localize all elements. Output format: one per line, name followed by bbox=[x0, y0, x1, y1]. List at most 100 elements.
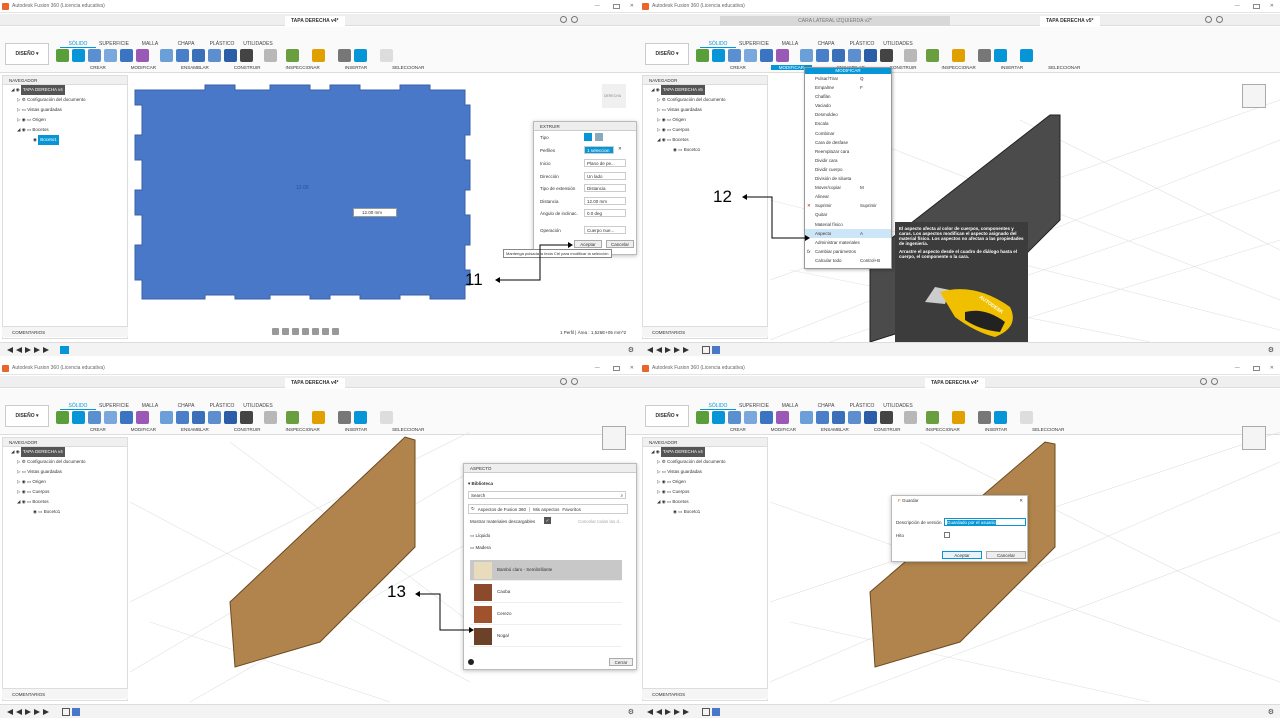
tab-surface[interactable]: SUPERFICIE bbox=[736, 403, 772, 410]
close-icon[interactable]: ✕ bbox=[630, 3, 634, 9]
group-create[interactable]: CREAR bbox=[730, 65, 746, 70]
menu-item-physical-material[interactable]: Material físico bbox=[805, 220, 891, 229]
select-icon[interactable] bbox=[1020, 49, 1033, 62]
settings-icon[interactable]: ⚙ bbox=[1268, 346, 1274, 354]
group-construct[interactable]: CONSTRUIR bbox=[234, 65, 261, 70]
viewcube[interactable]: DERECHA bbox=[602, 84, 626, 108]
extrude-icon[interactable] bbox=[88, 411, 101, 424]
press-pull-icon[interactable] bbox=[160, 49, 173, 62]
play-icon[interactable] bbox=[25, 347, 31, 353]
menu-item-silhouette-split[interactable]: División de silueta bbox=[805, 174, 891, 183]
fillet-icon[interactable] bbox=[176, 49, 189, 62]
form-icon[interactable] bbox=[776, 49, 789, 62]
operation-select[interactable]: Cuerpo nue... bbox=[584, 226, 626, 234]
tree-item[interactable]: ▷ ⚙ Configuración del documento bbox=[11, 457, 127, 467]
version-description-input[interactable]: Guardado por el usuario bbox=[944, 518, 1026, 526]
create-sketch-icon[interactable] bbox=[712, 49, 725, 62]
play-icon[interactable] bbox=[665, 347, 671, 353]
taper-angle-input[interactable]: 0.0 deg bbox=[584, 209, 626, 217]
measure-icon[interactable] bbox=[312, 49, 325, 62]
tab-solid[interactable]: SÓLIDO bbox=[60, 403, 96, 410]
tree-root[interactable]: ◢ ◉ TAPA DERECHA v4 bbox=[11, 447, 127, 457]
comments-panel[interactable]: COMENTARIOS bbox=[2, 326, 128, 337]
group-select[interactable]: SELECCIONAR bbox=[1048, 65, 1080, 70]
first-icon[interactable] bbox=[7, 709, 13, 715]
extrude-icon[interactable] bbox=[728, 411, 741, 424]
tab-surface[interactable]: SUPERFICIE bbox=[736, 41, 772, 48]
settings-icon[interactable]: ⚙ bbox=[628, 346, 634, 354]
tab-plastic[interactable]: PLÁSTICO bbox=[844, 403, 880, 410]
viewcube[interactable] bbox=[1242, 426, 1266, 450]
document-tab[interactable]: TAPA DERECHA v4* bbox=[285, 16, 345, 26]
shell-icon[interactable] bbox=[192, 49, 205, 62]
create-sketch-icon[interactable] bbox=[712, 411, 725, 424]
zoom-icon[interactable] bbox=[292, 328, 299, 335]
direction-select[interactable]: Un lado bbox=[584, 172, 626, 180]
tab-sheet[interactable]: CHAPA bbox=[808, 41, 844, 48]
first-icon[interactable] bbox=[7, 347, 13, 353]
search-input[interactable]: Search ⌕ bbox=[468, 491, 626, 499]
tree-item[interactable]: ▷ ⚙ Configuración del documento bbox=[651, 457, 767, 467]
menu-item-draft[interactable]: Desmoldeo bbox=[805, 110, 891, 119]
group-modify[interactable]: MODIFICAR bbox=[131, 65, 156, 70]
offset-icon[interactable] bbox=[864, 49, 877, 62]
group-create[interactable]: CREAR bbox=[90, 427, 106, 432]
next-icon[interactable] bbox=[674, 709, 680, 715]
play-icon[interactable] bbox=[25, 709, 31, 715]
move-icon[interactable] bbox=[880, 49, 893, 62]
help-icon[interactable] bbox=[1216, 16, 1223, 23]
tree-root[interactable]: ◢ ◉ TAPA DERECHA v5 bbox=[651, 85, 767, 95]
tree-sketch[interactable]: ◉ Boceto1 bbox=[11, 135, 127, 145]
tree-item[interactable]: ▷ ▭ Vistas guardadas bbox=[651, 467, 767, 477]
tab-mesh[interactable]: MALLA bbox=[772, 41, 808, 48]
previous-icon[interactable] bbox=[656, 347, 662, 353]
group-inspect[interactable]: INSPECCIONAR bbox=[286, 65, 320, 70]
tab-favorites[interactable]: Favoritos bbox=[562, 507, 581, 512]
next-icon[interactable] bbox=[674, 347, 680, 353]
tree-item[interactable]: ▷ ◉ ▭ Cuerpos bbox=[11, 487, 127, 497]
maximize-icon[interactable] bbox=[612, 365, 620, 371]
menu-item-scale[interactable]: Escala bbox=[805, 119, 891, 128]
tree-sketch[interactable]: ◉ ▭ Boceto1 bbox=[651, 145, 767, 155]
last-icon[interactable] bbox=[43, 709, 49, 715]
tab-solid[interactable]: SÓLIDO bbox=[700, 41, 736, 48]
account-icon[interactable] bbox=[560, 378, 567, 385]
tab-utilities[interactable]: UTILIDADES bbox=[240, 41, 276, 48]
tree-item[interactable]: ▷ ◉ ▭ Origen bbox=[651, 115, 767, 125]
menu-item-press-pull[interactable]: Pulsar/Tirar Q bbox=[805, 74, 891, 83]
tree-sketch[interactable]: ◉ ▭ Boceto1 bbox=[11, 507, 127, 517]
group-select[interactable]: SELECCIONAR bbox=[392, 65, 424, 70]
tree-sketch[interactable]: ◉ ▭ Boceto1 bbox=[651, 507, 767, 517]
comments-panel[interactable]: COMENTARIOS bbox=[642, 688, 768, 699]
tree-item[interactable]: ▷ ◉ ▭ Origen bbox=[11, 477, 127, 487]
maximize-icon[interactable] bbox=[612, 3, 620, 9]
menu-item-manage-materials[interactable]: Administrar materiales bbox=[805, 238, 891, 247]
close-icon[interactable]: ✕ bbox=[1270, 3, 1274, 9]
menu-item-move-copy[interactable]: Mover/copiar M bbox=[805, 183, 891, 192]
menu-item-appearance[interactable]: Aspecto A bbox=[805, 228, 891, 238]
menu-item-split-body[interactable]: Dividir cuerpo bbox=[805, 165, 891, 174]
minimize-icon[interactable]: — bbox=[595, 365, 600, 371]
menu-item-remove[interactable]: Quitar bbox=[805, 210, 891, 219]
ok-button[interactable]: Aceptar bbox=[574, 240, 602, 248]
maximize-icon[interactable] bbox=[1252, 3, 1260, 9]
timeline-sketch-icon[interactable] bbox=[60, 346, 69, 354]
revolve-icon[interactable] bbox=[744, 411, 757, 424]
document-tab[interactable]: TAPA DERECHA v4* bbox=[285, 378, 345, 388]
distance-input[interactable]: 12.00 mm bbox=[584, 197, 626, 205]
tab-sheet[interactable]: CHAPA bbox=[168, 403, 204, 410]
insert-icon[interactable] bbox=[338, 49, 351, 62]
previous-icon[interactable] bbox=[16, 347, 22, 353]
help-icon[interactable] bbox=[571, 378, 578, 385]
group-inspect[interactable]: INSPECCIONAR bbox=[942, 65, 976, 70]
minimize-icon[interactable]: — bbox=[595, 3, 600, 9]
create-sketch-icon[interactable] bbox=[72, 49, 85, 62]
timeline-feature-icon[interactable] bbox=[62, 708, 70, 716]
image-icon[interactable] bbox=[994, 49, 1007, 62]
start-select[interactable]: Plano de pe... bbox=[584, 159, 626, 167]
tree-root[interactable]: ◢ ◉ TAPA DERECHA v4 bbox=[11, 85, 127, 95]
last-icon[interactable] bbox=[43, 347, 49, 353]
timeline-extrude-icon[interactable] bbox=[72, 708, 80, 716]
close-icon[interactable]: ✕ bbox=[630, 365, 634, 371]
group-insert[interactable]: INSERTAR bbox=[345, 65, 367, 70]
